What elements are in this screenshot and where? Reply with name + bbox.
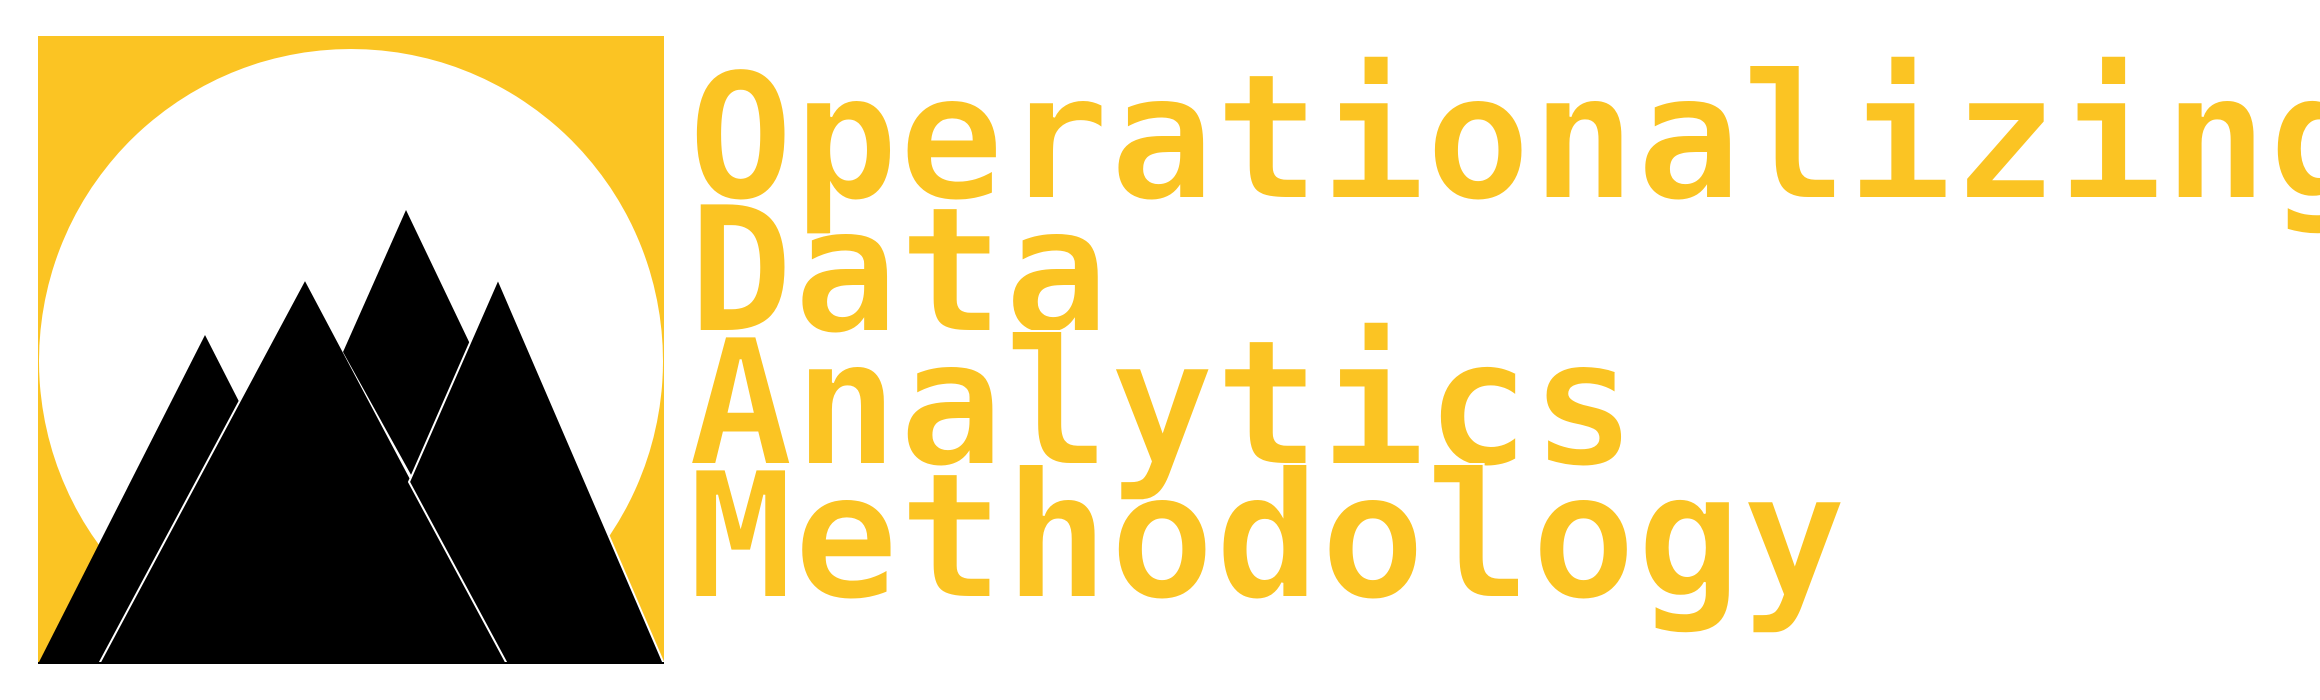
logo-baseline (38, 662, 664, 664)
logo-icon (38, 36, 664, 664)
brand-wordmark: Operationalizing Data Analytics Methodol… (687, 50, 2320, 639)
wordmark-line-4: Methodology (687, 436, 1848, 639)
